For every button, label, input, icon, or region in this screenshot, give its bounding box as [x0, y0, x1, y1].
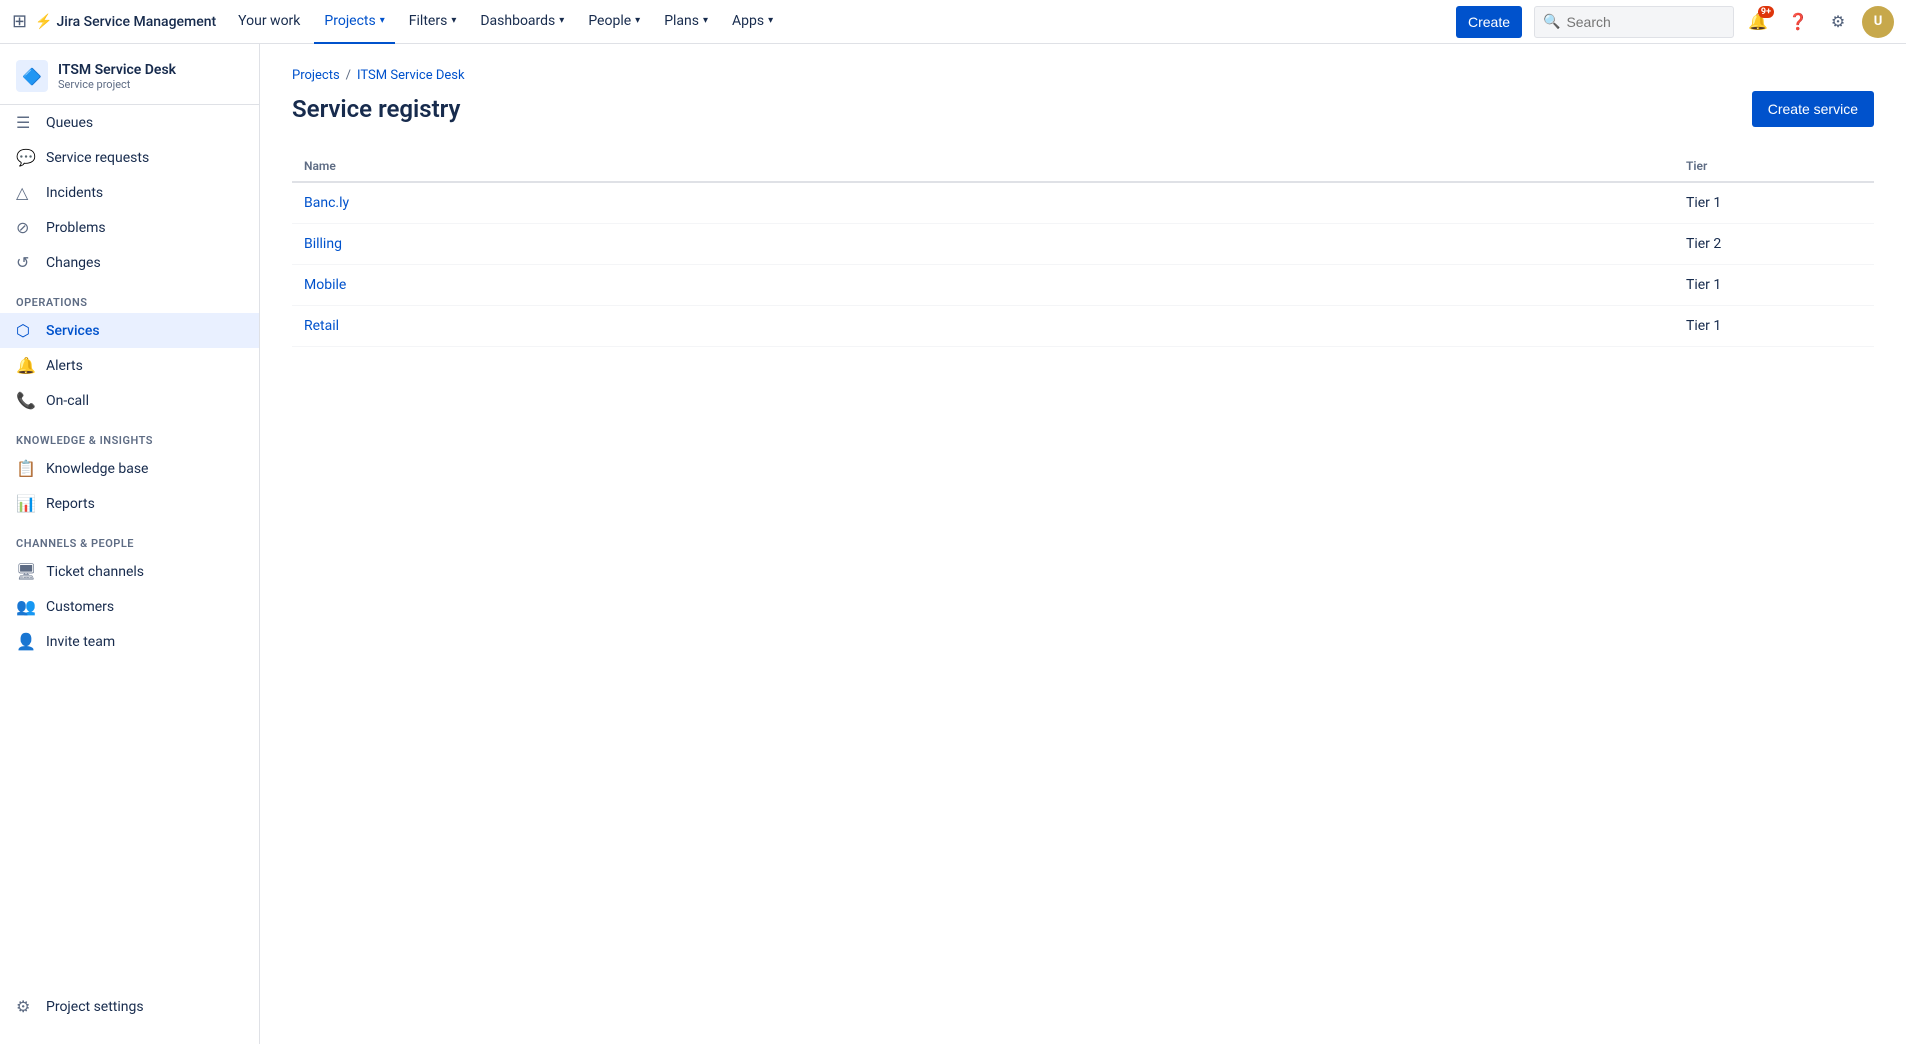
project-icon: 🔷: [16, 60, 48, 92]
main-content: Projects / ITSM Service Desk Service reg…: [260, 44, 1906, 1044]
service-tier-cell: Tier 1: [1674, 265, 1874, 306]
chevron-down-icon: ▾: [703, 15, 708, 26]
breadcrumb-itsm[interactable]: ITSM Service Desk: [357, 68, 465, 83]
reports-icon: 📊: [16, 494, 36, 513]
table-row: Billing Tier 2: [292, 224, 1874, 265]
nav-people[interactable]: People ▾: [578, 0, 650, 44]
breadcrumb-separator: /: [346, 68, 351, 83]
breadcrumb-projects[interactable]: Projects: [292, 68, 340, 83]
topnav-right-actions: 🔍 🔔 9+ ❓ ⚙ U: [1534, 6, 1894, 38]
circle-slash-icon: ⊘: [16, 218, 36, 237]
nav-your-work[interactable]: Your work: [228, 0, 310, 44]
sidebar-item-alerts[interactable]: 🔔 Alerts: [0, 348, 259, 383]
page-header: Service registry Create service: [292, 91, 1874, 127]
monitor-icon: 🖥: [16, 562, 36, 581]
sidebar-item-service-requests[interactable]: 💬 Service requests: [0, 140, 259, 175]
sidebar: 🔷 ITSM Service Desk Service project ☰ Qu…: [0, 44, 260, 1044]
table-row: Mobile Tier 1: [292, 265, 1874, 306]
service-name-link[interactable]: Mobile: [304, 277, 346, 293]
service-name-link[interactable]: Billing: [304, 236, 342, 252]
section-label-channels: CHANNELS & PEOPLE: [0, 521, 259, 554]
lightning-icon: ⚡: [35, 14, 52, 30]
sidebar-item-changes[interactable]: ↺ Changes: [0, 245, 259, 280]
sidebar-item-invite-team[interactable]: 👤 Invite team: [0, 624, 259, 659]
section-label-knowledge: KNOWLEDGE & INSIGHTS: [0, 418, 259, 451]
project-name: ITSM Service Desk: [58, 62, 176, 78]
nav-apps[interactable]: Apps ▾: [722, 0, 783, 44]
nav-projects[interactable]: Projects ▾: [314, 0, 394, 44]
sidebar-item-incidents[interactable]: △ Incidents: [0, 175, 259, 210]
sidebar-item-project-settings[interactable]: ⚙ Project settings: [0, 989, 259, 1024]
service-tier-cell: Tier 1: [1674, 182, 1874, 224]
table-row: Retail Tier 1: [292, 306, 1874, 347]
nav-plans[interactable]: Plans ▾: [654, 0, 718, 44]
service-tier-cell: Tier 1: [1674, 306, 1874, 347]
gear-icon: ⚙: [16, 997, 36, 1016]
service-name-cell: Banc.ly: [292, 182, 1674, 224]
avatar[interactable]: U: [1862, 6, 1894, 38]
help-button[interactable]: ❓: [1782, 6, 1814, 38]
sidebar-item-queues[interactable]: ☰ Queues: [0, 105, 259, 140]
table-header-tier: Tier: [1674, 151, 1874, 182]
search-icon: 🔍: [1543, 14, 1560, 30]
search-box[interactable]: 🔍: [1534, 6, 1734, 38]
service-name-link[interactable]: Banc.ly: [304, 195, 349, 211]
chevron-down-icon: ▾: [380, 15, 385, 26]
table-header-name: Name: [292, 151, 1674, 182]
nav-filters[interactable]: Filters ▾: [399, 0, 467, 44]
chat-icon: 💬: [16, 148, 36, 167]
on-call-icon: 📞: [16, 391, 36, 410]
create-service-button[interactable]: Create service: [1752, 91, 1874, 127]
sidebar-item-services[interactable]: ⬡ Services: [0, 313, 259, 348]
chevron-down-icon: ▾: [768, 15, 773, 26]
top-navigation: ⊞ ⚡ Jira Service Management Your work Pr…: [0, 0, 1906, 44]
sidebar-item-knowledge-base[interactable]: 📋 Knowledge base: [0, 451, 259, 486]
project-header[interactable]: 🔷 ITSM Service Desk Service project: [0, 44, 259, 105]
service-name-cell: Retail: [292, 306, 1674, 347]
brand-text: Jira Service Management: [57, 14, 217, 30]
sidebar-item-ticket-channels[interactable]: 🖥 Ticket channels: [0, 554, 259, 589]
project-type: Service project: [58, 78, 176, 91]
sidebar-item-problems[interactable]: ⊘ Problems: [0, 210, 259, 245]
main-layout: 🔷 ITSM Service Desk Service project ☰ Qu…: [0, 44, 1906, 1044]
chevron-down-icon: ▾: [451, 15, 456, 26]
triangle-icon: △: [16, 183, 36, 202]
breadcrumb: Projects / ITSM Service Desk: [292, 68, 1874, 83]
changes-icon: ↺: [16, 253, 36, 272]
service-name-cell: Billing: [292, 224, 1674, 265]
sidebar-item-reports[interactable]: 📊 Reports: [0, 486, 259, 521]
service-tier-cell: Tier 2: [1674, 224, 1874, 265]
queues-icon: ☰: [16, 113, 36, 132]
sidebar-item-on-call[interactable]: 📞 On-call: [0, 383, 259, 418]
sidebar-item-customers[interactable]: 👥 Customers: [0, 589, 259, 624]
chevron-down-icon: ▾: [559, 15, 564, 26]
grid-icon: ⊞: [12, 11, 27, 32]
brand: ⚡ Jira Service Management: [35, 14, 216, 30]
page-title: Service registry: [292, 95, 460, 123]
create-button[interactable]: Create: [1456, 6, 1522, 38]
section-label-operations: OPERATIONS: [0, 280, 259, 313]
services-icon: ⬡: [16, 321, 36, 340]
customers-icon: 👥: [16, 597, 36, 616]
service-table: Name Tier Banc.ly Tier 1 Billing Tier 2 …: [292, 151, 1874, 347]
project-info: ITSM Service Desk Service project: [58, 62, 176, 91]
notification-badge: 9+: [1758, 6, 1774, 18]
chevron-down-icon: ▾: [635, 15, 640, 26]
invite-icon: 👤: [16, 632, 36, 651]
knowledge-icon: 📋: [16, 459, 36, 478]
logo[interactable]: ⊞ ⚡ Jira Service Management: [12, 11, 216, 32]
bell-icon: 🔔: [16, 356, 36, 375]
table-row: Banc.ly Tier 1: [292, 182, 1874, 224]
service-name-link[interactable]: Retail: [304, 318, 339, 334]
settings-button[interactable]: ⚙: [1822, 6, 1854, 38]
nav-dashboards[interactable]: Dashboards ▾: [470, 0, 574, 44]
service-name-cell: Mobile: [292, 265, 1674, 306]
notifications-button[interactable]: 🔔 9+: [1742, 6, 1774, 38]
search-input[interactable]: [1566, 14, 1725, 30]
